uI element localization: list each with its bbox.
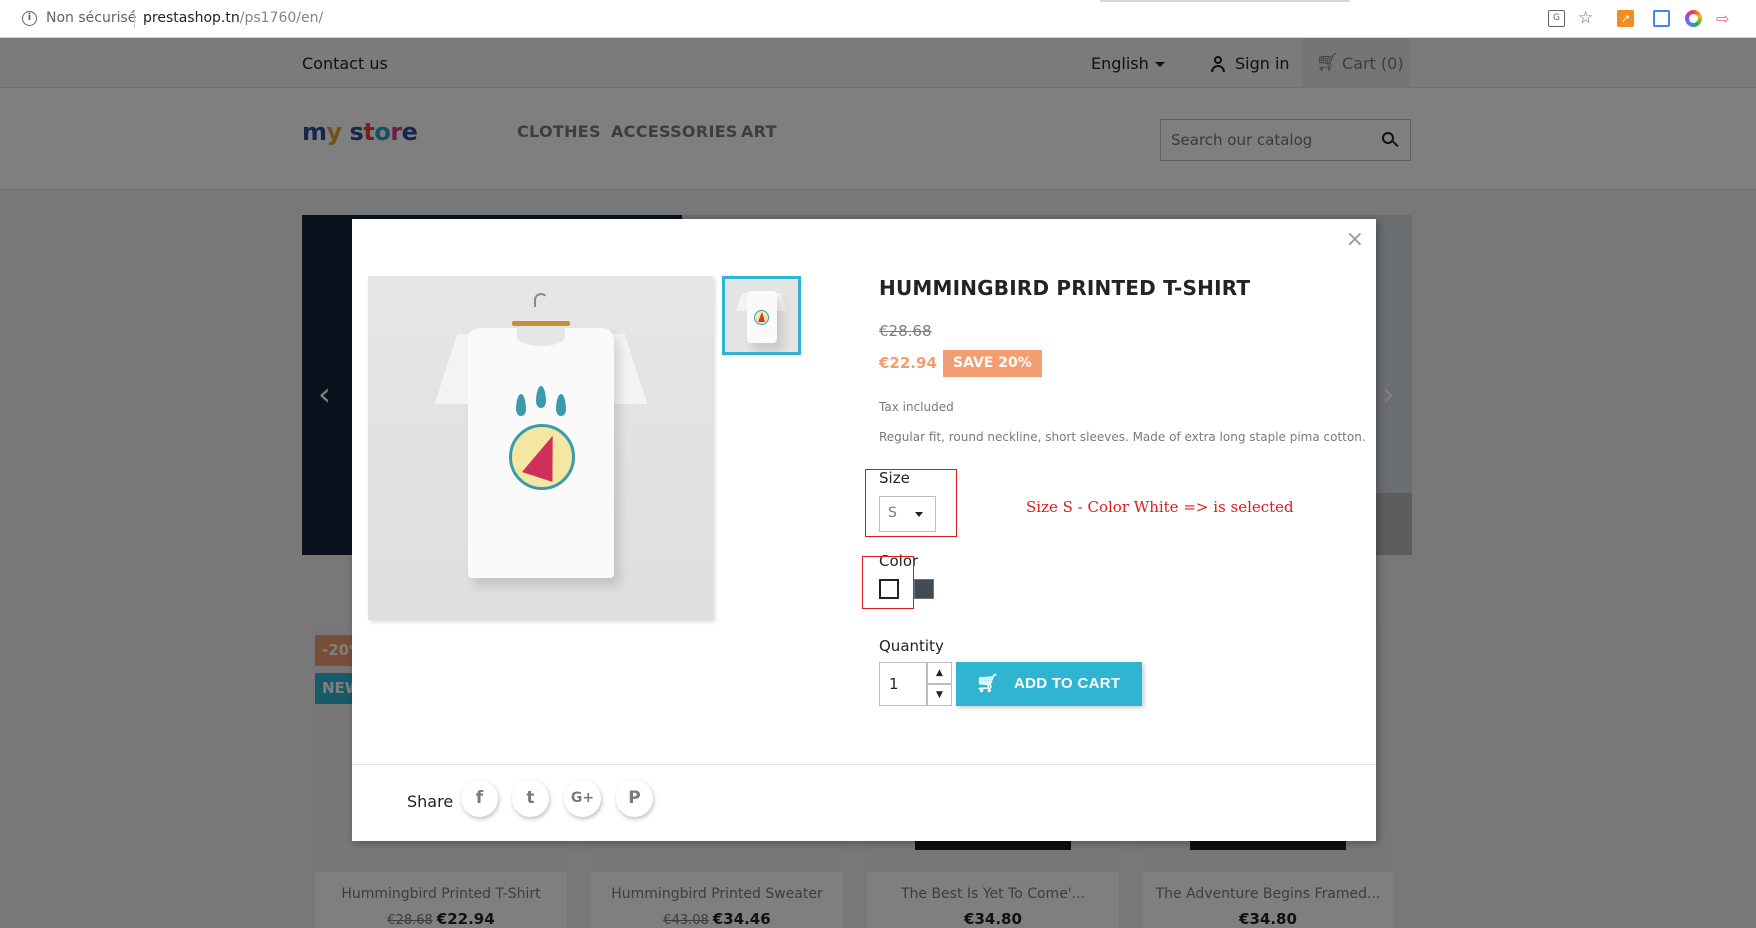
color-highlight-box xyxy=(862,556,914,609)
product-thumbnail[interactable] xyxy=(722,276,801,355)
facebook-icon[interactable]: f xyxy=(461,780,498,817)
bookmark-star-icon[interactable]: ☆ xyxy=(1578,10,1595,27)
add-to-cart-label: ADD TO CART xyxy=(1014,675,1121,692)
translate-icon[interactable]: G xyxy=(1548,10,1565,27)
url-path: /ps1760/en/ xyxy=(239,10,324,26)
address-divider xyxy=(134,10,135,28)
quick-view-modal: × HUMMINGBIRD PRINTED T-SHIRT €28.68 €22… xyxy=(352,219,1376,841)
pinterest-icon[interactable]: P xyxy=(616,780,653,817)
url-field[interactable]: prestashop.tn/ps1760/en/ xyxy=(143,10,323,26)
tax-label: Tax included xyxy=(879,400,954,414)
tshirt-illustration xyxy=(368,276,713,620)
current-price: €22.94 xyxy=(879,354,937,372)
close-icon[interactable]: × xyxy=(1346,227,1364,252)
regular-price: €28.68 xyxy=(879,322,932,340)
tab-strip-line xyxy=(1100,0,1350,2)
browser-address-bar: i Non sécurisé prestashop.tn/ps1760/en/ … xyxy=(0,0,1756,38)
chevron-up-icon[interactable]: ▲ xyxy=(927,662,952,684)
window-extension-icon[interactable] xyxy=(1653,10,1670,27)
info-icon[interactable]: i xyxy=(22,11,37,26)
chevron-down-icon[interactable]: ▼ xyxy=(927,684,952,706)
discount-badge: SAVE 20% xyxy=(943,350,1042,377)
quantity-label: Quantity xyxy=(879,637,944,655)
cart-icon: 🛒︎ xyxy=(976,673,999,693)
google-plus-icon[interactable]: G+ xyxy=(564,780,601,817)
selection-annotation: Size S - Color White => is selected xyxy=(1026,498,1294,516)
color-swatch-black[interactable] xyxy=(914,579,934,599)
add-to-cart-button[interactable]: 🛒︎ ADD TO CART xyxy=(956,662,1142,706)
product-description: Regular fit, round neckline, short sleev… xyxy=(879,430,1366,444)
twitter-icon[interactable]: t xyxy=(512,780,549,817)
analytics-extension-icon[interactable]: ↗ xyxy=(1617,10,1634,27)
url-host: prestashop.tn xyxy=(143,10,240,26)
security-label[interactable]: Non sécurisé xyxy=(46,10,136,26)
modal-footer: Share f t G+ P xyxy=(352,764,1376,841)
quantity-input[interactable] xyxy=(879,662,927,706)
product-title: HUMMINGBIRD PRINTED T-SHIRT xyxy=(879,276,1251,300)
size-highlight-box xyxy=(865,469,957,537)
share-extension-icon[interactable]: ⇨ xyxy=(1716,10,1733,27)
share-label: Share xyxy=(407,792,454,811)
color-extension-icon[interactable] xyxy=(1685,10,1702,27)
product-cover-image[interactable] xyxy=(368,276,713,620)
